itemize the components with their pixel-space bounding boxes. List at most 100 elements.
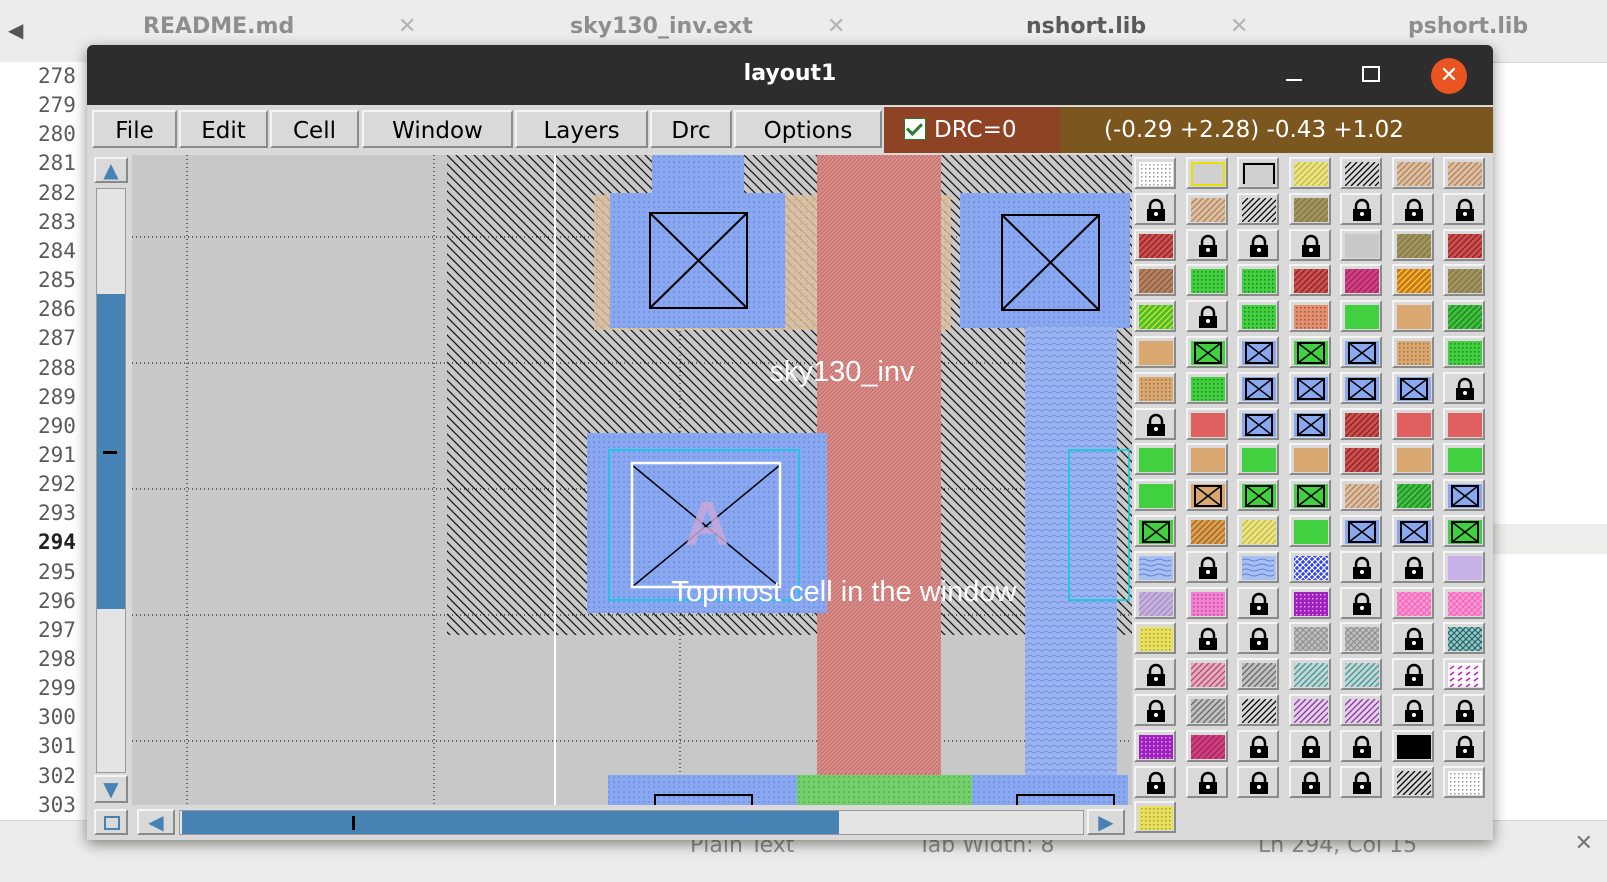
layer-lock-icon[interactable]	[1391, 658, 1434, 691]
layer-swatch-green-hatch[interactable]	[1443, 300, 1485, 333]
minimize-button[interactable]	[1277, 57, 1311, 91]
layer-swatch-green-contact[interactable]	[1443, 515, 1485, 547]
layer-swatch-black[interactable]	[1391, 729, 1434, 762]
layer-swatch-olive-hatch[interactable]	[1391, 228, 1434, 261]
layer-swatch-blue-contact[interactable]	[1340, 371, 1382, 404]
layer-swatch-blue-contact[interactable]	[1237, 371, 1279, 404]
layer-swatch-blue-contact[interactable]	[1237, 407, 1279, 440]
layer-swatch-green[interactable]	[1134, 443, 1176, 476]
horizontal-scroll-trough[interactable]	[179, 810, 1084, 835]
layer-lock-icon[interactable]	[1134, 407, 1176, 440]
close-icon[interactable]: ✕	[827, 14, 845, 39]
layer-swatch-tan-dots[interactable]	[1134, 371, 1176, 404]
layer-lock-icon[interactable]	[1237, 228, 1279, 261]
layer-swatch-red-hatch[interactable]	[1134, 228, 1176, 261]
close-icon[interactable]: ✕	[1230, 14, 1248, 39]
layer-lock-icon[interactable]	[1340, 192, 1382, 225]
layer-lock-icon[interactable]	[1340, 550, 1382, 583]
layer-swatch-green[interactable]	[1134, 479, 1176, 512]
layer-lock-icon[interactable]	[1443, 192, 1485, 225]
vertical-scroll-thumb[interactable]	[97, 294, 125, 609]
layer-swatch-dots-gray[interactable]	[1134, 157, 1176, 189]
close-icon[interactable]: ✕	[398, 14, 416, 39]
layer-swatch-gray-hatch[interactable]	[1185, 694, 1228, 726]
layer-swatch-green-contact[interactable]	[1288, 479, 1331, 512]
layer-swatch-tan-hatch[interactable]	[1185, 192, 1228, 225]
layer-swatch-black-outline[interactable]	[1237, 157, 1279, 189]
layer-swatch-gray-dots[interactable]	[1443, 765, 1485, 798]
vertical-scrollbar[interactable]: ▲ ▼	[92, 155, 130, 805]
scroll-up-arrow-icon[interactable]: ▲	[94, 157, 128, 183]
layer-swatch-magenta-hatch[interactable]	[1185, 729, 1228, 762]
layer-lock-icon[interactable]	[1134, 694, 1176, 726]
layer-lock-icon[interactable]	[1237, 586, 1279, 619]
layer-lock-icon[interactable]	[1185, 765, 1228, 798]
tab-pshort-lib[interactable]: pshort.lib	[1408, 14, 1528, 39]
menu-file[interactable]: File	[92, 110, 177, 148]
layer-lock-icon[interactable]	[1391, 694, 1434, 726]
layer-lock-icon[interactable]	[1443, 694, 1485, 726]
layer-swatch-magenta-hatch[interactable]	[1340, 264, 1382, 297]
layer-swatch-purple-dots[interactable]	[1288, 586, 1331, 619]
layer-swatch-black-hatch[interactable]	[1237, 694, 1279, 726]
layout-canvas[interactable]: sky130_inv A Topmost cell in the window	[132, 155, 1132, 805]
layer-swatch-yellow-red-hatch[interactable]	[1391, 264, 1434, 297]
layer-lock-icon[interactable]	[1134, 658, 1176, 691]
layer-swatch-magenta-dash[interactable]	[1443, 658, 1485, 691]
layer-swatch-teal-cross[interactable]	[1443, 622, 1485, 655]
layer-swatch-purple-hatch[interactable]	[1288, 694, 1331, 726]
layer-swatch-tan-hatch[interactable]	[1443, 157, 1485, 189]
layer-swatch-pink-cross[interactable]	[1391, 586, 1434, 619]
layer-swatch-tan-dots[interactable]	[1391, 336, 1434, 368]
layer-swatch-orange-dots[interactable]	[1288, 300, 1331, 333]
layer-swatch-tan[interactable]	[1134, 336, 1176, 368]
window-titlebar[interactable]: layout1 ✕	[87, 45, 1493, 105]
layer-lock-icon[interactable]	[1340, 765, 1382, 798]
layer-lock-icon[interactable]	[1185, 228, 1228, 261]
layer-swatch-black-hatch[interactable]	[1237, 192, 1279, 225]
layer-swatch-blue-contact[interactable]	[1288, 371, 1331, 404]
layout-drawing[interactable]: sky130_inv A Topmost cell in the window	[132, 155, 1132, 805]
menu-edit[interactable]: Edit	[179, 110, 268, 148]
layer-lock-icon[interactable]	[1288, 765, 1331, 798]
layer-swatch-blue-contact[interactable]	[1443, 479, 1485, 512]
layer-lock-icon[interactable]	[1391, 622, 1434, 655]
layer-swatch-green-dots[interactable]	[1237, 264, 1279, 297]
layer-swatch-gray-cross[interactable]	[1340, 622, 1382, 655]
layer-lock-icon[interactable]	[1185, 550, 1228, 583]
layer-lock-icon[interactable]	[1134, 765, 1176, 798]
layer-swatch-tan-hatch[interactable]	[1340, 479, 1382, 512]
layer-swatch-gray-cross[interactable]	[1288, 622, 1331, 655]
layer-swatch-purple-hatch[interactable]	[1340, 694, 1382, 726]
layer-swatch-pink-dots[interactable]	[1185, 586, 1228, 619]
layer-lock-icon[interactable]	[1443, 371, 1485, 404]
layer-swatch-blue-contact[interactable]	[1340, 515, 1382, 547]
layer-swatch-blue-contact[interactable]	[1237, 336, 1279, 368]
layer-swatch-gray[interactable]	[1340, 228, 1382, 261]
layer-swatch-green[interactable]	[1237, 443, 1279, 476]
layer-lock-icon[interactable]	[1288, 228, 1331, 261]
layer-swatch-olive-hatch[interactable]	[1288, 192, 1331, 225]
layer-swatch-lilac-hatch[interactable]	[1134, 586, 1176, 619]
layer-swatch-black-hatch[interactable]	[1391, 765, 1434, 798]
layer-swatch-red-hatch[interactable]	[1443, 228, 1485, 261]
layer-swatch-olive-hatch[interactable]	[1443, 264, 1485, 297]
layer-swatch-green-dots[interactable]	[1185, 264, 1228, 297]
menu-cell[interactable]: Cell	[270, 110, 359, 148]
layer-swatch-tan[interactable]	[1288, 443, 1331, 476]
layer-swatch-yellow-dots[interactable]	[1134, 801, 1176, 834]
layer-lock-icon[interactable]	[1185, 300, 1228, 333]
layer-swatch-green-contact[interactable]	[1185, 336, 1228, 368]
layer-swatch-brown-hatch[interactable]	[1134, 264, 1176, 297]
layer-swatch-red[interactable]	[1391, 407, 1434, 440]
layer-swatch-gray-hatch[interactable]	[1237, 658, 1279, 691]
horizontal-scroll-thumb[interactable]	[182, 811, 839, 834]
layer-swatch-tan[interactable]	[1391, 443, 1434, 476]
layer-swatch-teal-hatch[interactable]	[1288, 658, 1331, 691]
layer-swatch-black-hatch[interactable]	[1340, 157, 1382, 189]
layer-lock-icon[interactable]	[1288, 729, 1331, 762]
layer-swatch-blue-cross[interactable]	[1288, 550, 1331, 583]
layer-swatch-tan-hatch[interactable]	[1391, 157, 1434, 189]
layer-lock-icon[interactable]	[1340, 586, 1382, 619]
layer-swatch-green-dots[interactable]	[1237, 300, 1279, 333]
